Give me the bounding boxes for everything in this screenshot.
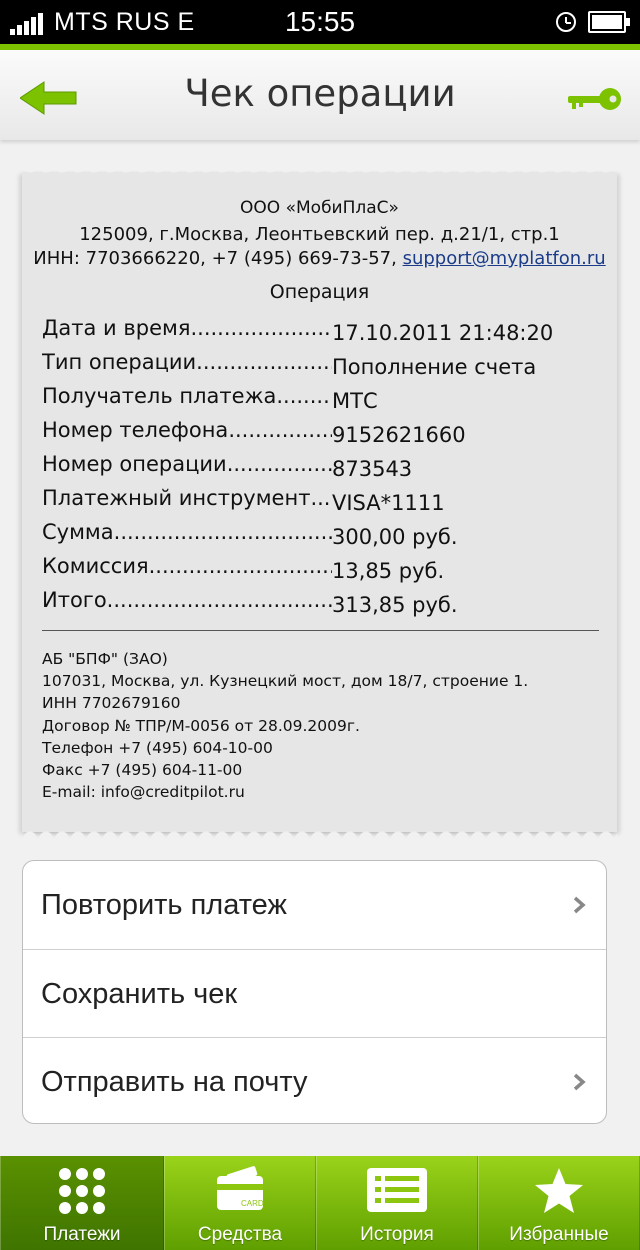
tab-favorites[interactable]: Избранные: [478, 1156, 640, 1250]
grid-icon: [59, 1168, 105, 1214]
card-text: CARD: [241, 1199, 264, 1208]
receipt-row: Номер телефона9152621660: [42, 418, 602, 452]
company-address: 125009, г.Москва, Леонтьевский пер. д.21…: [79, 224, 560, 245]
row-value: МТС: [332, 389, 378, 413]
bank-address: 107031, Москва, ул. Кузнецкий мост, дом …: [42, 672, 529, 691]
company-inn-phone: ИНН: 7703666220, +7 (495) 669-73-57, sup…: [22, 248, 617, 269]
receipt-details: Дата и время17.10.2011 21:48:20 Тип опер…: [42, 316, 602, 622]
row-label: Сумма: [42, 520, 332, 544]
row-label: Дата и время: [42, 316, 332, 340]
repeat-payment-button[interactable]: Повторить платеж: [23, 861, 606, 949]
bank-contract: Договор № ТПР/М-0056 от 28.09.2009г.: [42, 716, 360, 735]
page-title: Чек операции: [184, 72, 456, 115]
tab-funds[interactable]: CARD Средства: [164, 1156, 316, 1250]
tab-label: Платежи: [43, 1224, 121, 1245]
row-label: Номер операции: [42, 452, 332, 476]
bank-fax: Факс +7 (495) 604-11-00: [42, 761, 243, 780]
action-label: Повторить платеж: [41, 889, 287, 921]
bank-info: АБ "БПФ" (ЗАО) 107031, Москва, ул. Кузне…: [42, 648, 528, 803]
receipt-row: Номер операции873543: [42, 452, 602, 486]
nav-header: Чек операции: [0, 44, 640, 140]
support-email-link[interactable]: support@myplatfon.ru: [403, 248, 606, 269]
battery-icon: [588, 11, 630, 33]
bank-phone: Телефон +7 (495) 604-10-00: [42, 738, 273, 757]
row-label: Комиссия: [42, 554, 332, 578]
row-value: VISA*1111: [332, 491, 445, 515]
receipt-row: Платежный инструментVISA*1111: [42, 486, 602, 520]
chevron-right-icon: [573, 896, 586, 914]
status-bar: MTS RUS E 15:55: [0, 0, 640, 44]
row-label: Номер телефона: [42, 418, 332, 442]
save-receipt-button[interactable]: Сохранить чек: [23, 949, 606, 1037]
chevron-right-icon: [573, 1073, 586, 1091]
tab-label: История: [360, 1224, 434, 1245]
operation-title: Операция: [269, 281, 370, 303]
company-name: ООО «МобиПлаС»: [240, 198, 399, 218]
row-label: Итого: [42, 588, 332, 612]
tab-label: Средства: [197, 1224, 283, 1245]
row-label: Платежный инструмент: [42, 486, 332, 510]
receipt-row: Тип операцииПополнение счета: [42, 350, 602, 384]
receipt-row: Сумма300,00 руб.: [42, 520, 602, 554]
key-button[interactable]: [566, 86, 622, 112]
star-icon: [535, 1168, 583, 1213]
receipt-edge-top: [22, 166, 617, 178]
status-time: 15:55: [284, 6, 356, 37]
receipt-divider: [42, 630, 599, 631]
tab-label: Избранные: [509, 1224, 609, 1245]
row-value: 13,85 руб.: [332, 559, 445, 583]
receipt-row: Получатель платежаМТС: [42, 384, 602, 418]
tab-bar: Платежи CARD Средства История Избранные: [0, 1156, 640, 1250]
action-label: Сохранить чек: [41, 978, 238, 1010]
key-icon: [568, 88, 621, 110]
row-value: 17.10.2011 21:48:20: [332, 321, 554, 345]
bank-name: АБ "БПФ" (ЗАО): [42, 650, 168, 668]
alarm-clock-icon: [556, 12, 576, 32]
receipt-edge-bottom: [22, 826, 617, 838]
receipt-row: Дата и время17.10.2011 21:48:20: [42, 316, 602, 350]
row-label: Тип операции: [42, 350, 332, 374]
send-email-button[interactable]: Отправить на почту: [23, 1037, 606, 1123]
receipt-row: Итого313,85 руб.: [42, 588, 602, 622]
tab-history[interactable]: История: [316, 1156, 478, 1250]
row-value: Пополнение счета: [332, 355, 537, 379]
receipt-row: Комиссия13,85 руб.: [42, 554, 602, 588]
row-label: Получатель платежа: [42, 384, 332, 408]
actions-list: Повторить платеж Сохранить чек Отправить…: [22, 860, 607, 1124]
row-value: 313,85 руб.: [332, 593, 458, 617]
bank-email: E-mail: info@creditpilot.ru: [42, 783, 245, 802]
bank-inn: ИНН 7702679160: [42, 694, 181, 713]
row-value: 300,00 руб.: [332, 525, 458, 549]
receipt: ООО «МобиПлаС» 125009, г.Москва, Леонтье…: [22, 166, 617, 838]
row-value: 9152621660: [332, 423, 466, 447]
inn-phone-text: ИНН: 7703666220, +7 (495) 669-73-57,: [33, 248, 397, 269]
action-label: Отправить на почту: [41, 1066, 308, 1098]
tab-payments[interactable]: Платежи: [0, 1156, 164, 1250]
card-icon: CARD: [217, 1166, 264, 1210]
list-icon: [367, 1168, 427, 1212]
row-value: 873543: [332, 457, 413, 481]
